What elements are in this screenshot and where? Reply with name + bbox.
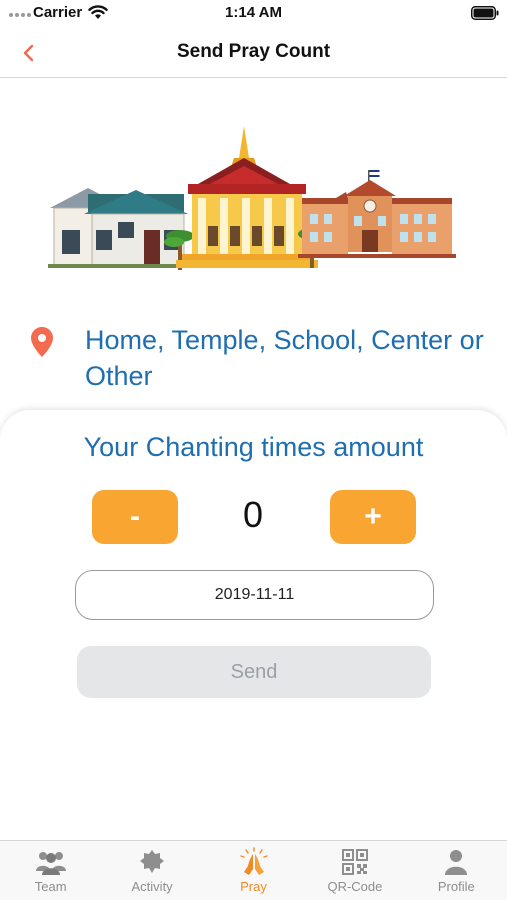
- activity-icon: [140, 850, 165, 873]
- temple-illustration: [176, 126, 318, 268]
- status-bar: Carrier 1:14 AM: [0, 0, 507, 28]
- status-time: 1:14 AM: [225, 4, 282, 21]
- decrement-button[interactable]: -: [92, 490, 178, 544]
- tab-team[interactable]: Team: [0, 841, 101, 900]
- tab-profile[interactable]: Profile: [406, 841, 507, 900]
- chant-count-card: Your Chanting times amount - 0 + 2019-11…: [0, 410, 507, 850]
- buildings-illustration: [48, 126, 456, 270]
- map-pin-icon: [31, 327, 53, 357]
- increment-button[interactable]: +: [330, 490, 416, 544]
- page-title: Send Pray Count: [176, 41, 331, 62]
- house-illustration: [48, 188, 188, 268]
- profile-icon: [445, 850, 468, 875]
- team-icon: [35, 852, 66, 875]
- tab-label: Team: [34, 879, 67, 894]
- date-field[interactable]: 2019-11-11: [75, 570, 434, 620]
- qr-code-icon: [341, 849, 368, 875]
- tab-qr-code[interactable]: QR-Code: [304, 841, 405, 900]
- location-text[interactable]: Home, Temple, School, Center or Other: [85, 322, 500, 394]
- pray-icon: [239, 847, 268, 875]
- tab-label: Profile: [437, 879, 475, 894]
- tab-label: QR-Code: [327, 879, 383, 894]
- tab-label: Activity: [131, 879, 173, 894]
- nav-bar: Send Pray Count: [0, 28, 507, 78]
- send-button[interactable]: Send: [77, 646, 431, 698]
- battery-icon: [471, 6, 499, 20]
- tab-bar: Team Activity Pray QR-Code Profile: [0, 840, 507, 900]
- tab-pray[interactable]: Pray: [203, 841, 304, 900]
- tab-label: Pray: [240, 879, 267, 894]
- card-title: Your Chanting times amount: [83, 432, 424, 462]
- tab-activity[interactable]: Activity: [101, 841, 202, 900]
- school-illustration: [298, 170, 456, 258]
- count-value: 0: [242, 494, 264, 535]
